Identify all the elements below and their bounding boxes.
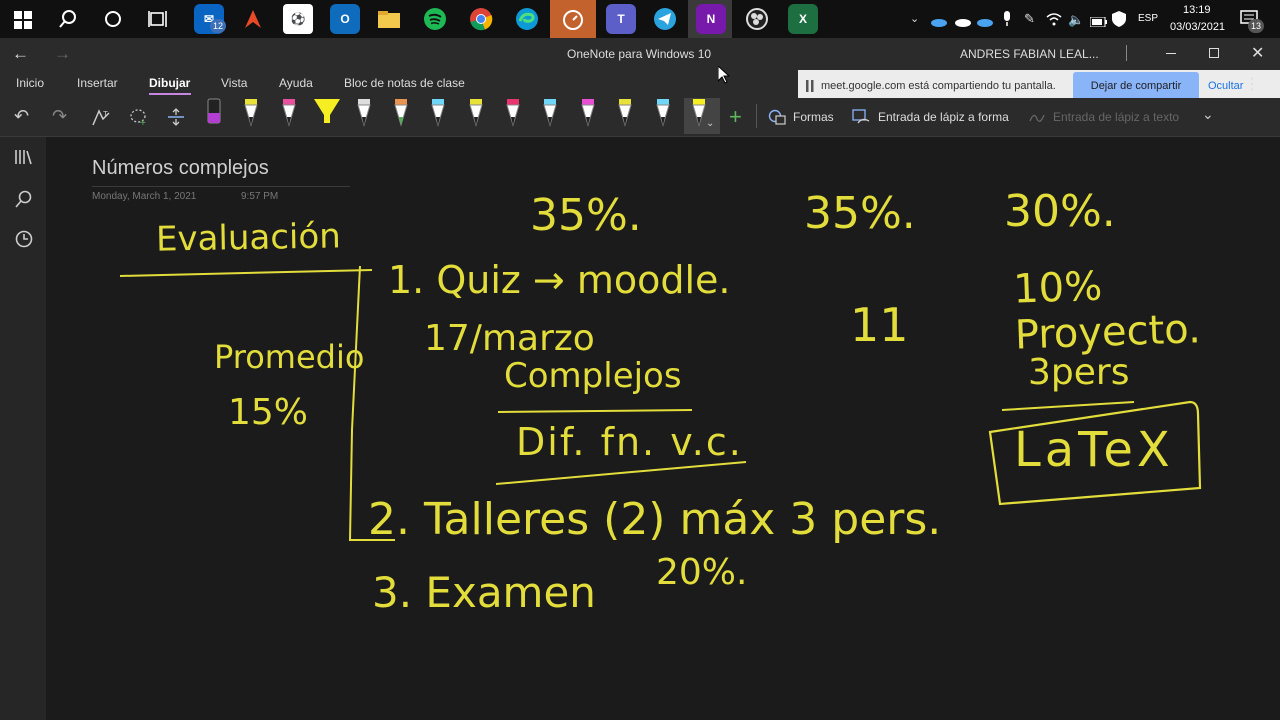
- ink-to-text-button: Entrada de lápiz a texto: [1053, 110, 1180, 124]
- ribbon-expand-chevron-icon[interactable]: ⌄: [1202, 106, 1214, 123]
- svg-text:+: +: [140, 118, 146, 127]
- title-bar: ← → OneNote para Windows 10 ANDRES FABIA…: [0, 38, 1280, 70]
- active-tab-underline: [149, 93, 191, 95]
- hide-banner-button[interactable]: Ocultar: [1208, 80, 1243, 92]
- soccer-app-icon[interactable]: ⚽: [283, 4, 313, 34]
- windows-start-icon[interactable]: [14, 11, 32, 29]
- tab-insertar[interactable]: Insertar: [77, 76, 118, 90]
- onedrive-icon-3[interactable]: [976, 14, 994, 32]
- lasso-icon[interactable]: +: [129, 107, 149, 132]
- obs-icon[interactable]: [742, 4, 772, 34]
- back-arrow-icon[interactable]: ←: [12, 44, 29, 64]
- pen-pink-2[interactable]: [577, 97, 599, 129]
- onedrive-icon-2[interactable]: [954, 14, 972, 32]
- close-icon[interactable]: ✕: [1251, 43, 1264, 63]
- file-explorer-icon[interactable]: [374, 4, 404, 34]
- tab-bloc-de-notas-de-clase[interactable]: Bloc de notas de clase: [344, 76, 465, 90]
- teams-icon[interactable]: T: [606, 4, 636, 34]
- user-name[interactable]: ANDRES FABIAN LEAL...: [960, 47, 1099, 61]
- pen-magenta[interactable]: [502, 97, 524, 129]
- page-title[interactable]: Números complejos: [92, 157, 269, 180]
- page-time: 9:57 PM: [241, 191, 279, 202]
- pen-cyan-2[interactable]: [539, 97, 561, 129]
- notebooks-icon[interactable]: [14, 148, 34, 171]
- insert-space-icon[interactable]: [166, 107, 186, 132]
- ink-to-shape-button[interactable]: Entrada de lápiz a forma: [878, 110, 1009, 124]
- tab-inicio[interactable]: Inicio: [16, 76, 44, 90]
- app-icon-red[interactable]: [238, 4, 268, 34]
- system-tray-chevron-icon[interactable]: ⌄: [910, 12, 919, 25]
- lasso-select-icon[interactable]: T: [91, 107, 111, 132]
- clock-date[interactable]: 03/03/2021: [1170, 21, 1225, 33]
- tab-vista[interactable]: Vista: [221, 76, 247, 90]
- draw-toolbar: ↶ ↷ T + ⌄ + Formas Entrada de lápiz a fo…: [0, 98, 1280, 137]
- taskbar: ✉ 12 ⚽ O T N X ⌄ ✎ 🔈 ESP 13:19 03/03/202…: [0, 0, 1280, 38]
- minimize-icon[interactable]: [1166, 53, 1176, 54]
- pen-white[interactable]: [353, 97, 375, 129]
- excel-icon[interactable]: X: [788, 4, 818, 34]
- task-view-icon[interactable]: [148, 10, 168, 33]
- tab-ayuda[interactable]: Ayuda: [279, 76, 313, 90]
- window-title: OneNote para Windows 10: [567, 47, 712, 61]
- clock-time[interactable]: 13:19: [1183, 4, 1211, 16]
- edge-icon[interactable]: [512, 4, 542, 34]
- battery-icon[interactable]: [1089, 14, 1108, 32]
- pen-dropdown-chevron-icon[interactable]: ⌄: [706, 118, 714, 129]
- ink-to-shape-icon[interactable]: [852, 109, 870, 130]
- share-banner-text: meet.google.com está compartiendo tu pan…: [821, 80, 1056, 92]
- microphone-icon[interactable]: [1002, 11, 1012, 32]
- undo-icon[interactable]: ↶: [14, 106, 29, 127]
- pen-black-purple[interactable]: [203, 97, 225, 129]
- forward-arrow-icon[interactable]: →: [54, 44, 71, 64]
- mail-badge: 12: [210, 19, 226, 33]
- pen-yellow-1[interactable]: [240, 97, 262, 129]
- wifi-icon[interactable]: [1046, 12, 1062, 31]
- redo-icon[interactable]: ↷: [52, 106, 67, 127]
- language-indicator[interactable]: ESP: [1138, 13, 1158, 24]
- pen-yellow-3[interactable]: [614, 97, 636, 129]
- volume-icon[interactable]: 🔈: [1068, 12, 1084, 28]
- title-divider: [1126, 45, 1127, 61]
- timer-app-icon[interactable]: [558, 4, 588, 34]
- nav-search-icon[interactable]: [14, 189, 34, 214]
- ink-to-text-icon: [1028, 109, 1046, 130]
- note-canvas[interactable]: Números complejos Monday, March 1, 2021 …: [46, 137, 1280, 720]
- maximize-icon[interactable]: [1209, 48, 1219, 58]
- toolbar-separator: [756, 104, 757, 128]
- shapes-icon[interactable]: [768, 109, 786, 130]
- pen-pink-1[interactable]: [278, 97, 300, 129]
- shapes-button[interactable]: Formas: [793, 110, 834, 124]
- page-title-underline: [92, 186, 350, 187]
- spotify-icon[interactable]: [420, 4, 450, 34]
- pen-orange-green[interactable]: [390, 97, 412, 129]
- page-date: Monday, March 1, 2021: [92, 191, 197, 202]
- tab-dibujar[interactable]: Dibujar: [149, 76, 190, 90]
- svg-text:T: T: [103, 110, 108, 119]
- security-shield-icon[interactable]: [1112, 11, 1126, 32]
- highlighter-yellow[interactable]: [313, 97, 341, 129]
- left-navigation: [0, 137, 46, 720]
- cortana-icon[interactable]: [104, 10, 122, 33]
- more-options-icon[interactable]: ⋮: [1244, 74, 1260, 94]
- search-icon[interactable]: [58, 9, 78, 34]
- pen-cyan-1[interactable]: [427, 97, 449, 129]
- pen-workspace-icon[interactable]: ✎: [1024, 11, 1035, 27]
- outlook-icon[interactable]: O: [330, 4, 360, 34]
- stop-sharing-button[interactable]: Dejar de compartir: [1073, 72, 1199, 100]
- mouse-cursor-icon: [717, 64, 731, 89]
- chrome-icon[interactable]: [466, 4, 496, 34]
- pen-cyan-3[interactable]: [652, 97, 674, 129]
- pause-icon: [806, 80, 814, 95]
- onenote-icon[interactable]: N: [696, 4, 726, 34]
- pen-yellow-2[interactable]: [465, 97, 487, 129]
- recent-notes-clock-icon[interactable]: [14, 229, 34, 254]
- telegram-icon[interactable]: [650, 4, 680, 34]
- notification-badge: 13: [1248, 19, 1264, 33]
- onedrive-icon[interactable]: [930, 14, 948, 32]
- add-pen-icon[interactable]: +: [729, 104, 742, 130]
